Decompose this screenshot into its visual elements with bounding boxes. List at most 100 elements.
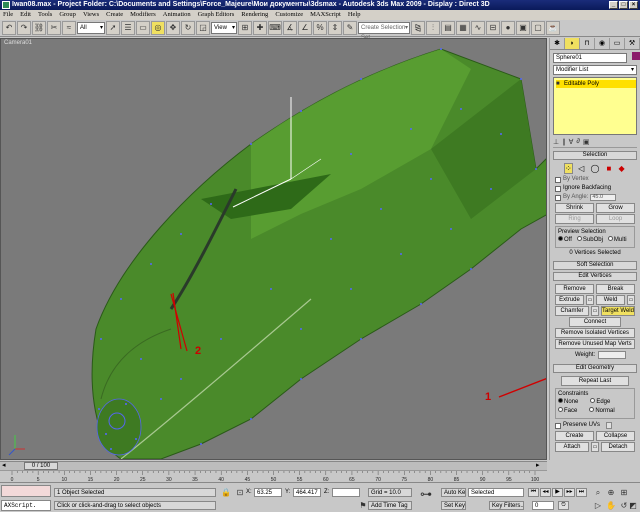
polygon-level-icon[interactable]: ■ — [605, 164, 612, 173]
schematic-view-icon[interactable]: ⊟ — [486, 21, 500, 35]
rendered-frame-icon[interactable]: ▢ — [531, 21, 545, 35]
camera-viewport[interactable]: Camera01 2 1 — [0, 38, 547, 460]
layer-manager-icon[interactable]: ▤ — [441, 21, 455, 35]
chamfer-button[interactable]: Chamfer — [555, 306, 589, 316]
redo-icon[interactable]: ↷ — [17, 21, 31, 35]
time-config-icon[interactable]: ⏲ — [558, 501, 569, 510]
edit-geometry-rollout-header[interactable]: Edit Geometry — [553, 364, 637, 373]
absolute-mode-icon[interactable]: ⊡ — [234, 487, 246, 498]
modifier-list-dropdown[interactable]: Modifier List — [553, 65, 637, 75]
edit-named-selection-icon[interactable]: ✎ — [343, 21, 357, 35]
connect-button[interactable]: Connect — [569, 317, 621, 327]
ring-button[interactable]: Ring — [555, 214, 594, 224]
preserve-uvs-settings-button[interactable] — [606, 422, 613, 429]
select-manipulate-icon[interactable]: ✚ — [253, 21, 267, 35]
shrink-button[interactable]: Shrink — [555, 203, 594, 213]
snaps-toggle-icon[interactable]: ∡ — [283, 21, 297, 35]
prev-frame-icon[interactable]: ◂◂ — [540, 488, 551, 497]
add-time-tag-button[interactable]: Add Time Tag — [368, 501, 412, 510]
motion-tab-icon[interactable]: ◉ — [595, 38, 610, 49]
repeat-last-button[interactable]: Repeat Last — [561, 376, 629, 386]
configure-sets-icon[interactable]: ▣ — [583, 138, 590, 146]
z-coordinate-field[interactable] — [332, 488, 360, 497]
constraint-normal-radio[interactable]: Normal — [589, 407, 615, 416]
weld-settings-button[interactable]: ▭ — [627, 295, 635, 305]
weight-spinner[interactable] — [598, 351, 627, 359]
undo-icon[interactable]: ↶ — [2, 21, 16, 35]
material-editor-icon[interactable]: ● — [501, 21, 515, 35]
create-tab-icon[interactable]: ✱ — [550, 38, 565, 49]
time-slider-thumb[interactable]: 0 / 100 — [24, 462, 58, 470]
reference-coordinate-dropdown[interactable]: View — [211, 22, 237, 34]
key-set-dropdown[interactable]: Selected — [468, 488, 524, 497]
select-by-name-icon[interactable]: ☰ — [121, 21, 135, 35]
maximize-viewport-icon[interactable]: ◩ — [628, 500, 638, 511]
select-move-icon[interactable]: ✥ — [166, 21, 180, 35]
constraint-edge-radio[interactable]: Edge — [590, 398, 610, 407]
target-weld-button[interactable]: Target Weld — [601, 306, 635, 316]
menu-rendering[interactable]: Rendering — [241, 10, 268, 20]
chamfer-settings-button[interactable]: ▭ — [591, 306, 599, 316]
current-frame-field[interactable]: 0 — [532, 501, 554, 510]
named-selection-input[interactable]: Create Selection Set — [358, 22, 410, 41]
angle-snap-icon[interactable]: ∠ — [298, 21, 312, 35]
field-of-view-icon[interactable]: ▷ — [592, 500, 604, 511]
close-button[interactable]: × — [629, 1, 638, 9]
remove-button[interactable]: Remove — [555, 284, 594, 294]
pivot-center-icon[interactable]: ⊞ — [238, 21, 252, 35]
maximize-button[interactable]: □ — [619, 1, 628, 9]
loop-button[interactable]: Loop — [596, 214, 635, 224]
collapse-button[interactable]: Collapse — [596, 431, 635, 441]
grow-button[interactable]: Grow — [596, 203, 635, 213]
by-angle-checkbox[interactable]: By Angle: 45.0 — [555, 193, 635, 202]
display-tab-icon[interactable]: ▭ — [610, 38, 625, 49]
viewport-label[interactable]: Camera01 — [4, 40, 32, 46]
object-name-field[interactable]: Sphere01 — [553, 53, 627, 63]
maxscript-listener-mini[interactable] — [1, 485, 51, 497]
modify-tab-icon[interactable]: ◗ — [565, 38, 580, 49]
play-icon[interactable]: ▶ — [552, 488, 563, 497]
menu-maxscript[interactable]: MAXScript — [310, 10, 341, 20]
pan-icon[interactable]: ✋ — [605, 500, 617, 511]
goto-end-icon[interactable]: ⏭ — [576, 488, 587, 497]
unlink-icon[interactable]: ✂ — [47, 21, 61, 35]
zoom-icon[interactable]: ⌕ — [592, 487, 604, 498]
menu-tools[interactable]: Tools — [38, 10, 52, 20]
menu-edit[interactable]: Edit — [20, 10, 31, 20]
zoom-extents-icon[interactable]: ⊞ — [618, 487, 630, 498]
constraint-none-radio[interactable]: None — [558, 398, 578, 407]
window-crossing-icon[interactable]: ◎ — [151, 21, 165, 35]
by-vertex-checkbox[interactable]: By Vertex — [555, 175, 635, 184]
create-button[interactable]: Create — [555, 431, 594, 441]
mirror-icon[interactable]: ⧎ — [411, 21, 425, 35]
pin-stack-icon[interactable]: ⊥ — [553, 138, 559, 146]
constraint-face-radio[interactable]: Face — [558, 407, 577, 416]
time-slider-next-icon[interactable]: ▸ — [536, 462, 540, 470]
menu-create[interactable]: Create — [106, 10, 123, 20]
extrude-settings-button[interactable]: ▭ — [586, 295, 594, 305]
menu-animation[interactable]: Animation — [163, 10, 191, 20]
minimize-button[interactable]: _ — [609, 1, 618, 9]
hierarchy-tab-icon[interactable]: ⊓ — [580, 38, 595, 49]
remove-modifier-icon[interactable]: ∂ — [576, 138, 579, 145]
object-color-swatch[interactable] — [631, 52, 640, 61]
utilities-tab-icon[interactable]: ⚒ — [625, 38, 640, 49]
percent-snap-icon[interactable]: % — [313, 21, 327, 35]
graphite-ribbon-icon[interactable]: ▦ — [456, 21, 470, 35]
selection-rollout-header[interactable]: Selection — [553, 151, 637, 160]
set-key-button[interactable]: Set Key — [441, 501, 466, 510]
keyboard-shortcut-icon[interactable]: ⌨ — [268, 21, 282, 35]
edit-vertices-rollout-header[interactable]: Edit Vertices — [553, 272, 637, 281]
select-scale-icon[interactable]: ◲ — [196, 21, 210, 35]
menu-graph-editors[interactable]: Graph Editors — [198, 10, 235, 20]
soft-selection-rollout-header[interactable]: Soft Selection — [553, 261, 637, 270]
y-coordinate-field[interactable]: 464.417 — [293, 488, 321, 497]
preserve-uvs-checkbox[interactable]: Preserve UVs — [555, 421, 635, 430]
edge-level-icon[interactable]: ◁ — [578, 164, 585, 173]
preview-subobj-radio[interactable]: SubObj — [576, 236, 603, 245]
auto-key-button[interactable]: Auto Key — [441, 488, 466, 497]
zoom-all-icon[interactable]: ⊕ — [605, 487, 617, 498]
spinner-snap-icon[interactable]: ⇕ — [328, 21, 342, 35]
element-level-icon[interactable]: ◆ — [618, 164, 625, 173]
track-bar[interactable]: 0 5 10 15 20 25 30 35 40 45 50 55 60 65 70 75 80 85 90 95 10… — [0, 470, 547, 482]
